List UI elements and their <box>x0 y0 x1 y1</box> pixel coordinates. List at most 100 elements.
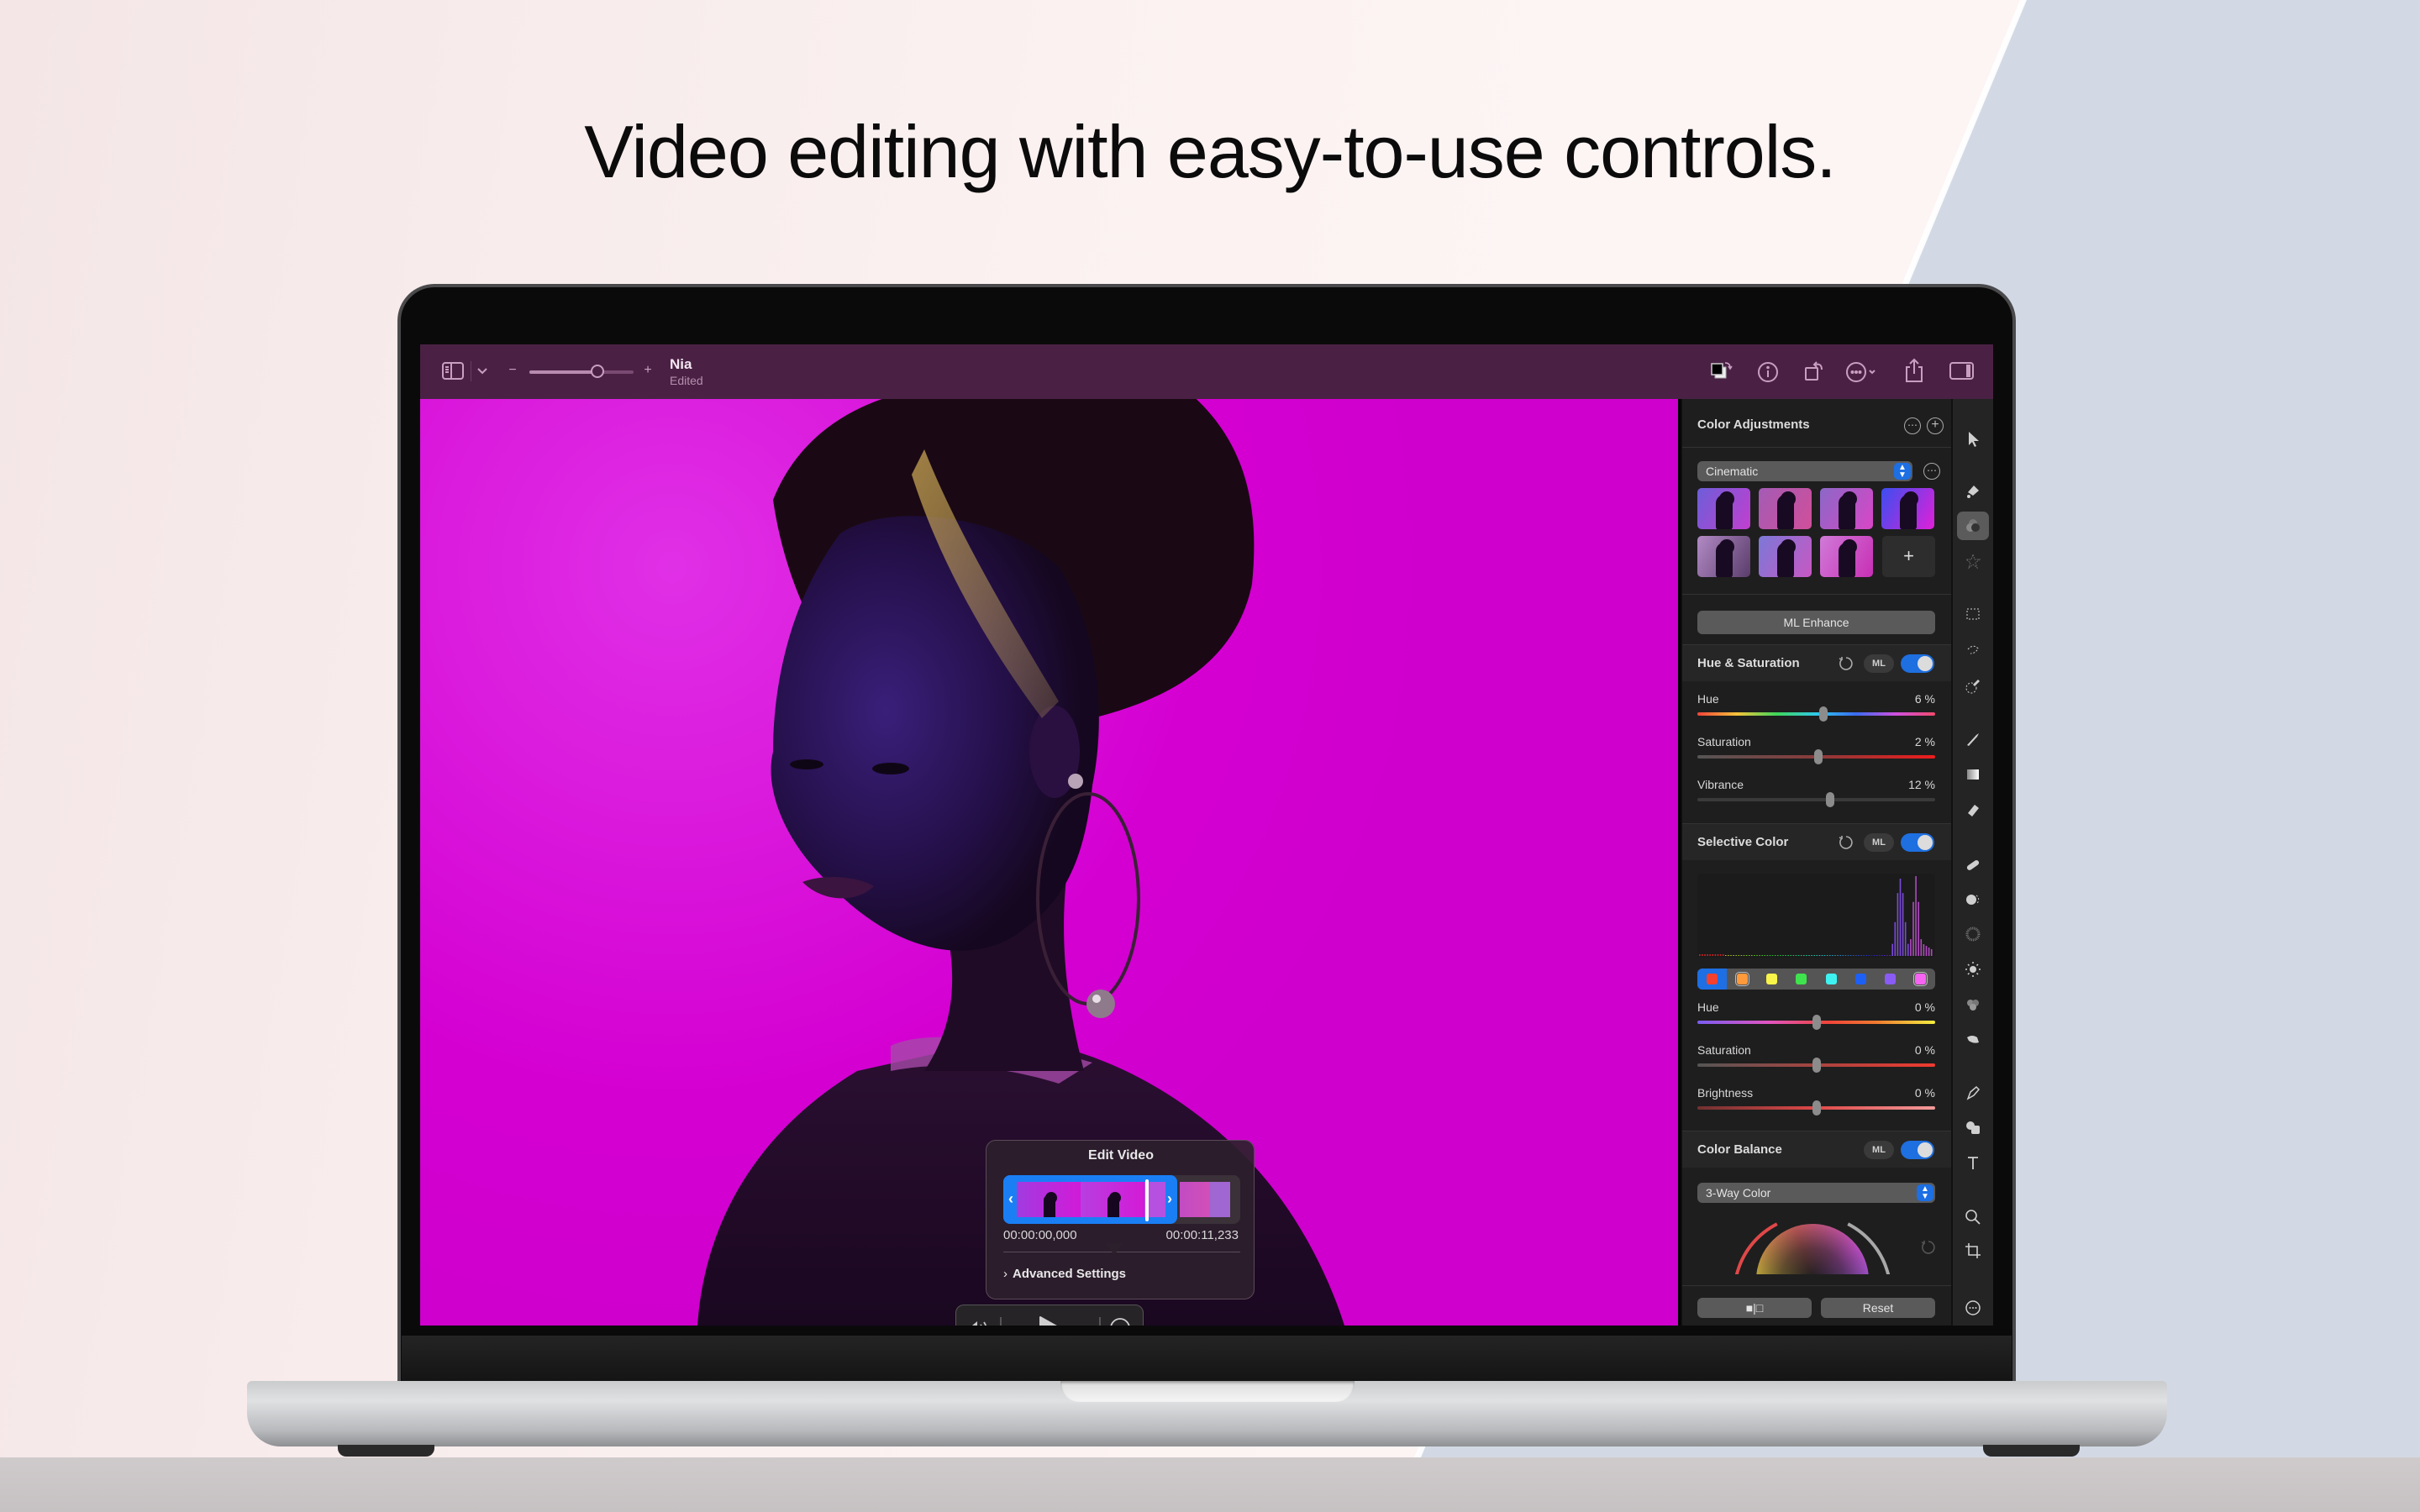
share-icon[interactable] <box>1903 358 1925 383</box>
rotate-icon[interactable] <box>1802 360 1826 383</box>
slider-value: 0 % <box>1914 1043 1935 1057</box>
color-swatch[interactable] <box>1876 969 1905 990</box>
histogram-bar <box>1738 955 1740 956</box>
play-icon[interactable] <box>1037 1315 1064 1326</box>
add-preset-button[interactable]: + <box>1882 536 1935 577</box>
ml-button[interactable]: ML <box>1864 1141 1894 1159</box>
hue-saturation-toggle[interactable] <box>1901 654 1934 673</box>
pen-icon[interactable] <box>1957 1079 1989 1107</box>
light-icon[interactable] <box>1957 955 1989 984</box>
slider-knob[interactable] <box>1826 792 1835 807</box>
preset-thumbnail[interactable] <box>1820 488 1873 529</box>
reset-icon[interactable] <box>1838 834 1854 853</box>
color-balance-toggle[interactable] <box>1901 1141 1934 1159</box>
lasso-select-icon[interactable] <box>1957 637 1989 665</box>
histogram-bar <box>1834 955 1836 956</box>
preset-options-button[interactable]: ⋯ <box>1923 463 1940 480</box>
trim-end-handle[interactable]: › <box>1167 1190 1172 1208</box>
panel-options-button[interactable]: ⋯ <box>1904 417 1921 434</box>
color-wheel[interactable] <box>1733 1215 1892 1274</box>
color-mix-icon[interactable] <box>1957 990 1989 1019</box>
slider-knob[interactable] <box>1812 1100 1821 1116</box>
crop-icon[interactable] <box>1957 1236 1989 1265</box>
trim-start-handle[interactable]: ‹ <box>1008 1190 1013 1208</box>
ellipsis-circle-icon[interactable] <box>1109 1317 1131 1326</box>
compare-button[interactable]: ■|□ <box>1697 1298 1812 1318</box>
preset-thumbnail[interactable] <box>1697 536 1750 577</box>
brush-icon[interactable] <box>1957 725 1989 753</box>
color-swatch[interactable] <box>1786 969 1816 990</box>
edit-video-popover: Edit Video ‹ › 00:00:00,000 00:00:11,233… <box>986 1140 1255 1299</box>
ml-button[interactable]: ML <box>1864 833 1894 852</box>
ml-button[interactable]: ML <box>1864 654 1894 673</box>
video-canvas[interactable]: Edit Video ‹ › 00:00:00,000 00:00:11,233… <box>420 399 1678 1326</box>
text-icon[interactable] <box>1957 1148 1989 1177</box>
slider-knob[interactable] <box>1818 706 1828 722</box>
slider-knob[interactable] <box>1812 1058 1821 1073</box>
slider-track[interactable] <box>1697 712 1935 716</box>
color-swatch[interactable] <box>1817 969 1846 990</box>
preset-thumbnail[interactable] <box>1697 488 1750 529</box>
playback-controls <box>955 1305 1144 1326</box>
histogram-bar <box>1761 955 1763 956</box>
rect-select-icon[interactable] <box>1957 600 1989 628</box>
add-adjustment-button[interactable]: + <box>1927 417 1944 434</box>
slider-knob[interactable] <box>1812 1015 1821 1030</box>
info-icon[interactable] <box>1757 361 1779 383</box>
color-adjust-icon[interactable] <box>1957 512 1989 540</box>
paint-bucket-icon[interactable] <box>1957 475 1989 504</box>
tool-strip <box>1951 399 1993 1326</box>
sidebar-icon[interactable] <box>442 361 464 381</box>
histogram-bar <box>1832 955 1833 956</box>
zoom-out-button[interactable]: − <box>507 361 518 380</box>
color-swatch-selector[interactable] <box>1697 969 1935 990</box>
histogram-bar <box>1712 954 1714 956</box>
preset-thumbnail[interactable] <box>1759 536 1812 577</box>
color-swatch[interactable] <box>1906 969 1935 990</box>
slider-track[interactable] <box>1697 798 1935 801</box>
ml-enhance-button[interactable]: ML Enhance <box>1697 611 1935 634</box>
color-swatch[interactable] <box>1757 969 1786 990</box>
chevron-down-icon[interactable] <box>474 363 491 380</box>
slider-knob[interactable] <box>1814 749 1823 764</box>
selective-color-toggle[interactable] <box>1901 833 1934 852</box>
zoom-slider-knob[interactable] <box>590 365 604 378</box>
pointer-tool-icon[interactable] <box>1957 424 1989 453</box>
inspector-toggle-icon[interactable] <box>1949 361 1975 381</box>
magic-select-icon[interactable] <box>1957 672 1989 701</box>
smudge-icon[interactable] <box>1957 1024 1989 1053</box>
color-swatch[interactable] <box>1846 969 1876 990</box>
zoom-slider[interactable] <box>529 365 634 378</box>
color-balance-title: Color Balance <box>1697 1142 1782 1157</box>
clone-icon[interactable] <box>1957 885 1989 914</box>
zoom-in-button[interactable]: + <box>642 361 654 380</box>
zoom-icon[interactable] <box>1957 1203 1989 1231</box>
preset-thumbnail[interactable] <box>1820 536 1873 577</box>
reset-button[interactable]: Reset <box>1821 1298 1935 1318</box>
up-down-chevron-icon: ▲ ▼ <box>1917 1184 1933 1201</box>
reset-icon[interactable] <box>1920 1239 1937 1258</box>
color-balance-mode-selector[interactable]: 3-Way Color ▲ ▼ <box>1697 1183 1935 1203</box>
noise-icon[interactable] <box>1957 920 1989 948</box>
preset-silhouette <box>1839 491 1857 529</box>
swap-colors-icon[interactable] <box>1709 360 1734 385</box>
color-swatch[interactable] <box>1727 969 1756 990</box>
reset-icon[interactable] <box>1838 655 1854 675</box>
preset-thumbnail[interactable] <box>1881 488 1934 529</box>
hue-saturation-title: Hue & Saturation <box>1697 656 1800 670</box>
preset-selector[interactable]: Cinematic ▲ ▼ <box>1697 461 1912 481</box>
heal-icon[interactable] <box>1957 851 1989 879</box>
gradient-icon[interactable] <box>1957 760 1989 789</box>
color-swatch[interactable] <box>1697 969 1728 990</box>
playhead[interactable] <box>1145 1179 1149 1221</box>
histogram-bar <box>1823 955 1826 956</box>
effects-icon[interactable] <box>1957 547 1989 575</box>
preset-thumbnail[interactable] <box>1759 488 1812 529</box>
more-menu-icon[interactable] <box>1845 361 1882 383</box>
eraser-icon[interactable] <box>1957 795 1989 824</box>
more-tools-icon[interactable] <box>1957 1294 1989 1322</box>
speaker-icon[interactable] <box>966 1319 990 1326</box>
advanced-settings-disclosure[interactable]: › Advanced Settings <box>1003 1267 1126 1281</box>
shapes-icon[interactable] <box>1957 1113 1989 1142</box>
document-title[interactable]: Nia <box>670 356 692 373</box>
